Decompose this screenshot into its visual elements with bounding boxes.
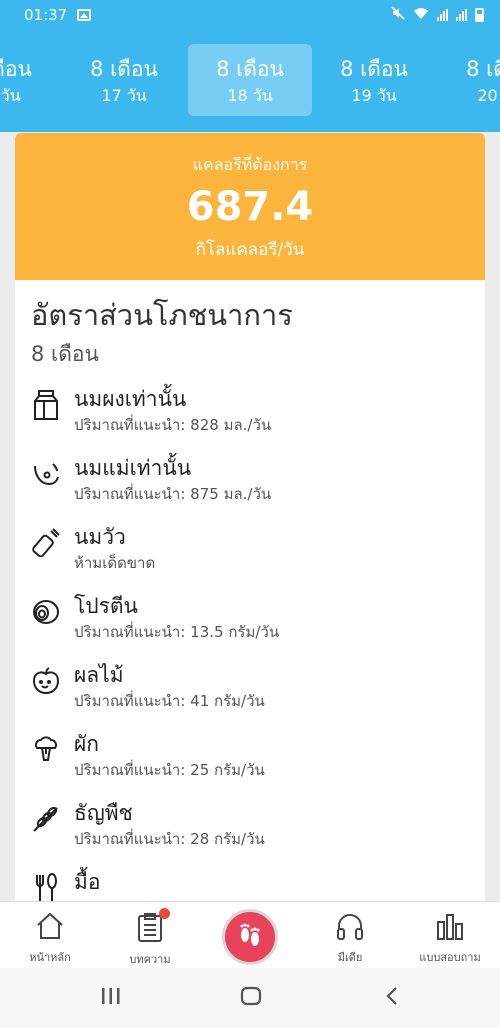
nav-articles[interactable]: บทความ (100, 908, 200, 968)
nutrition-title: อัตราส่วนโภชนาการ (31, 298, 293, 332)
recent-apps-button[interactable] (100, 986, 122, 1010)
calorie-label: แคลอรีที่ต้องการ (192, 155, 308, 174)
age-tab-selected[interactable]: 8 เดือน 18 วัน (188, 44, 312, 116)
age-tab-month: 8 เดือน (0, 57, 32, 81)
footprints-icon (240, 923, 260, 946)
item-detail: ปริมาณที่แนะนำ: 28 กรัม/วัน (74, 830, 265, 848)
status-bar: 01:37 (0, 0, 500, 30)
age-tab[interactable]: 8 เดือน 17 วัน (62, 44, 186, 116)
nav-media-label: มีเดีย (337, 951, 363, 964)
milk-carton-icon (31, 389, 61, 420)
nav-survey[interactable]: แบบสอบถาม (400, 912, 500, 966)
nutrition-item: ผัก ปริมาณที่แนะนำ: 25 กรัม/วัน (31, 730, 471, 790)
wheat-icon (31, 803, 61, 833)
item-title: โปรตีน (74, 594, 138, 618)
age-tab[interactable]: 8 เดือน 16 วัน (0, 44, 60, 116)
age-tab-month: 8 เดือน (90, 57, 158, 81)
signal-icon (437, 9, 448, 21)
apple-icon (31, 665, 61, 695)
item-title: ผลไม้ (74, 663, 124, 687)
age-tab-day: 16 วัน (0, 86, 21, 105)
item-title: นมวัว (74, 525, 126, 549)
back-button[interactable] (382, 986, 402, 1010)
item-detail: ปริมาณที่แนะนำ: 41 กรัม/วัน (74, 692, 265, 710)
age-tab-month: 8 เดือน (466, 57, 500, 81)
item-detail: ปริมาณที่แนะนำ: 13.5 กรัม/วัน (74, 623, 280, 641)
egg-icon (31, 596, 61, 626)
gallery-icon (77, 9, 92, 21)
breast-milk-icon (31, 458, 61, 488)
mute-icon (391, 6, 405, 24)
nav-home[interactable]: หน้าหลัก (0, 912, 100, 966)
item-detail: ปริมาณที่แนะนำ: 25 กรัม/วัน (74, 761, 265, 779)
age-tab-day: 18 วัน (227, 86, 273, 105)
calorie-card: แคลอรีที่ต้องการ 687.4 กิโลแคลอรี/วัน (15, 133, 485, 280)
nutrition-item: นมผงเท่านั้น ปริมาณที่แนะนำ: 828 มล./วัน (31, 385, 471, 445)
main-content[interactable]: แคลอรีที่ต้องการ 687.4 กิโลแคลอรี/วัน อั… (0, 132, 500, 901)
status-icons (391, 6, 484, 24)
item-title: มื้อ (74, 870, 101, 894)
status-time: 01:37 (24, 6, 68, 24)
nutrition-item: โปรตีน ปริมาณที่แนะนำ: 13.5 กรัม/วัน (31, 592, 471, 652)
nutrition-item: นมวัว ห้ามเด็ดขาด (31, 523, 471, 583)
nutrition-item: มื้อ (31, 868, 471, 901)
bottom-navigation: หน้าหลัก บทความ มีเดีย แบบสอบถาม (0, 901, 500, 968)
item-title: นมแม่เท่านั้น (74, 456, 192, 480)
utensils-icon (31, 872, 61, 901)
home-icon (37, 912, 63, 939)
calorie-value: 687.4 (186, 184, 314, 230)
system-navigation-bar (0, 968, 500, 1028)
home-system-button[interactable] (240, 986, 262, 1010)
age-tab-day: 20 วัน (477, 86, 500, 105)
item-title: ธัญพืช (74, 801, 133, 825)
item-detail: ห้ามเด็ดขาด (74, 554, 156, 572)
item-title: นมผงเท่านั้น (74, 387, 187, 411)
age-tab[interactable]: 8 เดือน 19 วัน (312, 44, 436, 116)
nutrition-card: อัตราส่วนโภชนาการ 8 เดือน นมผงเท่านั้น ป… (15, 280, 485, 901)
nutrition-item: ผลไม้ ปริมาณที่แนะนำ: 41 กรัม/วัน (31, 661, 471, 721)
notification-badge (159, 908, 170, 919)
age-tab-day: 19 วัน (351, 86, 397, 105)
center-footprint-button[interactable] (222, 909, 278, 965)
broccoli-icon (31, 734, 61, 764)
item-title: ผัก (74, 732, 100, 756)
nutrition-item: นมแม่เท่านั้น ปริมาณที่แนะนำ: 875 มล./วั… (31, 454, 471, 514)
nav-home-label: หน้าหลัก (29, 951, 71, 964)
nav-media[interactable]: มีเดีย (300, 912, 400, 966)
nutrition-item: ธัญพืช ปริมาณที่แนะนำ: 28 กรัม/วัน (31, 799, 471, 859)
nav-survey-label: แบบสอบถาม (419, 951, 481, 964)
age-tab-day: 17 วัน (101, 86, 147, 105)
item-detail: ปริมาณที่แนะนำ: 875 มล./วัน (74, 485, 272, 503)
battery-icon (475, 8, 484, 22)
age-tab-month: 8 เดือน (340, 57, 408, 81)
baby-bottle-icon (31, 527, 61, 558)
nutrition-subtitle: 8 เดือน (31, 342, 99, 366)
age-tab-bar: 8 เดือน 16 วัน 8 เดือน 17 วัน 8 เดือน 18… (0, 30, 500, 132)
nav-articles-label: บทความ (129, 953, 171, 966)
headphones-icon (337, 914, 363, 940)
bar-chart-icon (437, 914, 463, 940)
age-tab-month: 8 เดือน (216, 57, 284, 81)
signal-icon-2 (456, 9, 467, 21)
wifi-icon (413, 7, 429, 24)
calorie-unit: กิโลแคลอรี/วัน (195, 240, 305, 260)
age-tab[interactable]: 8 เดือน 20 วัน (438, 44, 500, 116)
item-detail: ปริมาณที่แนะนำ: 828 มล./วัน (74, 416, 272, 434)
